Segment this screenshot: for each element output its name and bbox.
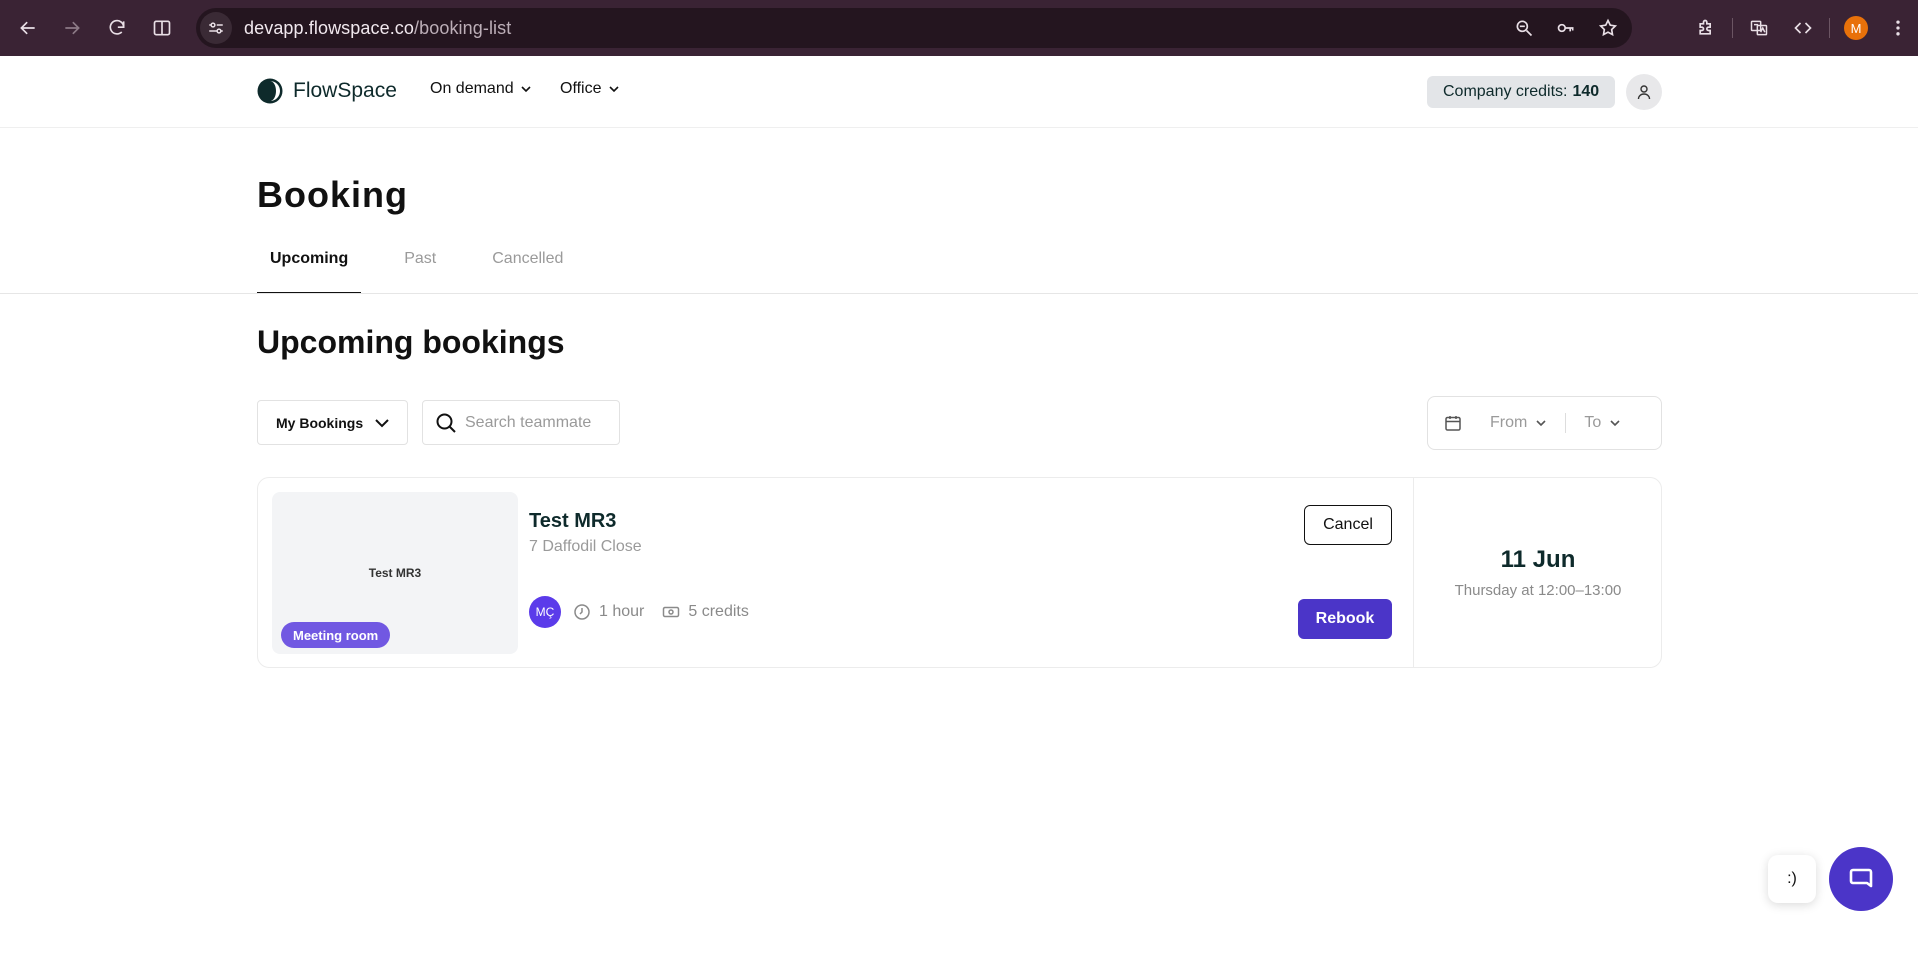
code-icon (1794, 22, 1812, 34)
key-icon[interactable] (1556, 18, 1576, 38)
split-view-button[interactable] (140, 6, 184, 50)
booking-date-day: 11 Jun (1500, 546, 1576, 573)
chevron-down-icon (521, 86, 531, 93)
booking-duration: 1 hour (573, 603, 644, 621)
search-teammate-box (422, 400, 620, 445)
credits-text: 5 credits (688, 603, 749, 620)
browser-toolbar: devapp.flowspace.co/booking-list M (0, 0, 1918, 56)
user-icon (1637, 85, 1651, 100)
profile-button[interactable]: M (1834, 6, 1878, 50)
room-address: 7 Daffodil Close (529, 538, 642, 555)
arrow-right-icon (65, 21, 80, 35)
profile-avatar: M (1844, 16, 1868, 40)
split-view-icon (153, 20, 171, 36)
bookings-scope-select[interactable]: My Bookings (257, 400, 408, 445)
reload-button[interactable] (95, 6, 139, 50)
zoom-icon[interactable] (1514, 18, 1534, 38)
credits-value: 140 (1572, 83, 1600, 100)
date-range-filter: From To (1427, 396, 1662, 450)
chevron-down-icon (1610, 420, 1620, 427)
app-header: FlowSpace On demand Office Company credi… (0, 56, 1918, 128)
flowspace-logo-icon (257, 78, 283, 104)
bookings-scope-value: My Bookings (276, 414, 364, 431)
url-text: devapp.flowspace.co/booking-list (244, 18, 511, 39)
room-type-badge: Meeting room (281, 622, 391, 648)
chat-icon (1849, 868, 1873, 888)
duration-text: 1 hour (599, 603, 645, 620)
page-title: Booking (257, 174, 408, 215)
translate-icon (1750, 20, 1768, 36)
tune-icon (209, 22, 223, 34)
brand-logo[interactable]: FlowSpace (257, 78, 397, 104)
section-title: Upcoming bookings (257, 324, 565, 360)
booking-card[interactable]: Test MR3 Meeting room Test MR3 7 Daffodi… (257, 477, 1662, 668)
booking-date-time: Thursday at 12:00–13:00 (1454, 582, 1622, 599)
chevron-down-icon (375, 418, 389, 427)
to-date-label: To (1584, 414, 1602, 431)
from-date-dropdown[interactable]: From (1490, 414, 1547, 432)
date-range-divider (1565, 413, 1567, 433)
address-bar[interactable]: devapp.flowspace.co/booking-list (196, 8, 1632, 48)
menu-office[interactable]: Office (560, 80, 620, 98)
tab-past[interactable]: Past (391, 250, 449, 294)
translate-button[interactable] (1737, 6, 1781, 50)
money-icon (663, 606, 680, 618)
back-button[interactable] (6, 6, 50, 50)
menu-on-demand-label: On demand (430, 80, 514, 97)
feedback-button[interactable]: :) (1768, 855, 1816, 903)
booking-meta: MÇ 1 hour 5 credits (529, 596, 767, 628)
reload-icon (109, 19, 125, 35)
more-vertical-icon (1896, 20, 1900, 36)
url-host: devapp.flowspace.co (244, 17, 415, 38)
chevron-down-icon (1536, 420, 1546, 427)
brand-name: FlowSpace (293, 79, 397, 102)
tab-upcoming[interactable]: Upcoming (257, 250, 362, 294)
menu-office-label: Office (560, 80, 602, 97)
toolbar-separator (1732, 18, 1733, 38)
search-teammate-input[interactable] (465, 413, 615, 432)
to-date-dropdown[interactable]: To (1584, 414, 1621, 432)
tabs-divider (0, 293, 1918, 294)
calendar-icon (1445, 416, 1461, 431)
extensions-button[interactable] (1684, 6, 1728, 50)
user-menu-button[interactable] (1626, 74, 1662, 110)
tab-cancelled[interactable]: Cancelled (479, 250, 576, 294)
search-icon (436, 413, 456, 433)
forward-button[interactable] (50, 6, 94, 50)
browser-menu-button[interactable] (1878, 6, 1918, 50)
site-info-button[interactable] (200, 12, 232, 44)
from-date-label: From (1490, 414, 1528, 431)
cancel-button[interactable]: Cancel (1304, 505, 1392, 545)
devtools-button[interactable] (1781, 6, 1825, 50)
url-path: /booking-list (414, 17, 512, 38)
puzzle-icon (1699, 19, 1711, 35)
chevron-down-icon (608, 86, 619, 93)
company-credits-badge[interactable]: Company credits: 140 (1427, 76, 1616, 108)
arrow-left-icon (20, 21, 35, 35)
room-thumbnail: Test MR3 Meeting room (272, 492, 518, 654)
star-icon[interactable] (1598, 18, 1618, 38)
menu-on-demand[interactable]: On demand (430, 80, 532, 98)
booking-date: 11 Jun Thursday at 12:00–13:00 (1414, 478, 1662, 667)
clock-icon (574, 604, 590, 620)
browser-extensions: M (1684, 0, 1918, 56)
rebook-button[interactable]: Rebook (1298, 599, 1392, 639)
attendee-avatar[interactable]: MÇ (529, 596, 561, 628)
toolbar-separator (1829, 18, 1830, 38)
booking-tabs: Upcoming Past Cancelled (257, 250, 606, 294)
booking-credits: 5 credits (662, 603, 749, 621)
address-bar-actions (1514, 8, 1618, 48)
chat-button[interactable] (1829, 847, 1893, 911)
credits-label: Company credits: (1443, 83, 1568, 100)
room-name[interactable]: Test MR3 (529, 510, 616, 533)
